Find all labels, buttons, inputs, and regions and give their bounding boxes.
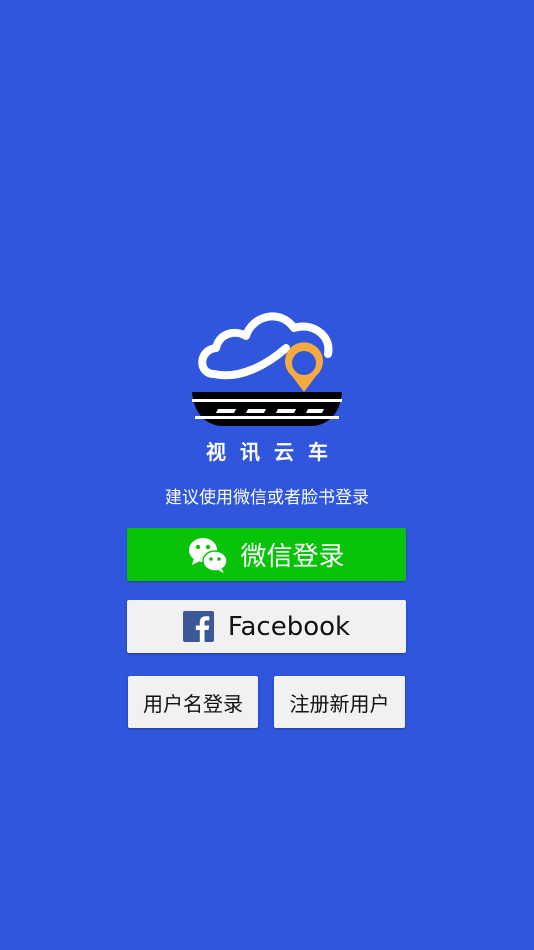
location-pin-icon <box>285 342 323 392</box>
register-button[interactable]: 注册新用户 <box>274 676 405 728</box>
wechat-icon <box>189 537 229 573</box>
facebook-login-button[interactable]: Facebook <box>127 600 406 653</box>
wechat-login-button[interactable]: 微信登录 <box>127 528 406 581</box>
road-icon <box>192 392 342 426</box>
facebook-login-label: Facebook <box>227 611 351 642</box>
facebook-icon <box>182 611 214 642</box>
app-name: 视讯云车 <box>206 440 342 464</box>
app-logo <box>192 312 342 426</box>
wechat-login-label: 微信登录 <box>240 542 345 572</box>
login-hint: 建议使用微信或者脸书登录 <box>165 488 369 508</box>
username-login-button[interactable]: 用户名登录 <box>128 676 258 728</box>
